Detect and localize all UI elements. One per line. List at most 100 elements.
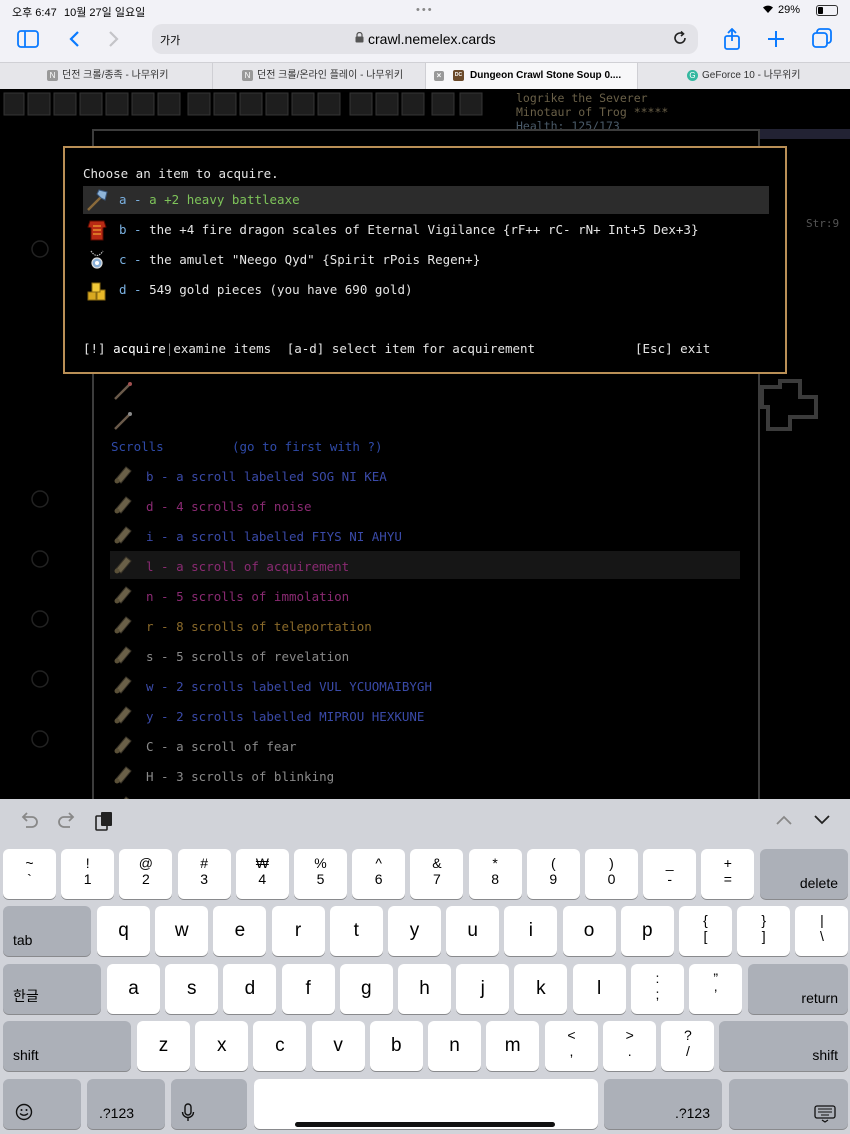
key-=[interactable]: + = <box>701 849 755 899</box>
key-][interactable]: }] <box>737 906 791 956</box>
key-a[interactable]: a <box>107 964 160 1014</box>
key-\[interactable]: | \ <box>795 906 849 956</box>
key-f[interactable]: f <box>281 964 335 1014</box>
key-punct[interactable]: >. <box>603 1021 657 1071</box>
inventory-item[interactable]: C - a scroll of fear <box>146 739 297 754</box>
sidebar-icon[interactable] <box>14 28 42 56</box>
numbers-key-left[interactable]: .?123 <box>87 1079 165 1129</box>
tab-item[interactable]: N 던전 크롤/종족 - 나무위키 <box>0 63 213 90</box>
return-key[interactable]: return <box>748 964 848 1014</box>
multitask-dots-icon[interactable]: ••• <box>416 4 434 16</box>
inventory-item[interactable]: l - a scroll of acquirement <box>146 559 349 574</box>
acquire-option-b[interactable]: b - the +4 fire dragon scales of Eternal… <box>83 216 769 244</box>
key-5[interactable]: % 5 <box>294 849 347 899</box>
redo-icon[interactable] <box>56 811 78 838</box>
tab-item-active[interactable]: × DC Dungeon Crawl Stone Soup 0.... <box>426 63 638 90</box>
home-indicator[interactable] <box>295 1122 555 1127</box>
key-b[interactable]: b <box>369 1021 423 1071</box>
key-z[interactable]: z <box>137 1021 190 1071</box>
close-tab-icon[interactable]: × <box>434 71 444 81</box>
inventory-item[interactable]: s - 5 scrolls of revelation <box>146 649 349 664</box>
shift-key-right[interactable]: shift <box>719 1021 848 1071</box>
inventory-item[interactable]: r - 8 scrolls of teleportation <box>146 619 372 634</box>
key-m[interactable]: m <box>486 1021 540 1071</box>
key-g[interactable]: g <box>339 964 393 1014</box>
key-i[interactable]: i <box>504 906 558 956</box>
key-t[interactable]: t <box>329 906 383 956</box>
numbers-key-right[interactable]: .?123 <box>604 1079 722 1129</box>
key-punct[interactable]: :; <box>631 964 684 1014</box>
key--[interactable]: _ - <box>643 849 697 899</box>
emoji-key[interactable] <box>3 1079 81 1129</box>
inventory-item[interactable]: X - a wand of quicksilver (4) <box>146 415 364 430</box>
text-size-button[interactable]: 가가 <box>160 32 180 48</box>
key-w[interactable]: w <box>155 906 209 956</box>
tab-item[interactable]: G GeForce 10 - 나무위키 <box>638 63 850 90</box>
tab-item[interactable]: N 던전 크롤/온라인 플레이 - 나무위키 <box>213 63 426 90</box>
key-u[interactable]: u <box>446 906 500 956</box>
tab-key[interactable]: tab <box>3 906 91 956</box>
key-2[interactable]: @2 <box>119 849 173 899</box>
key-q[interactable]: q <box>97 906 150 956</box>
key-[[interactable]: {[ <box>679 906 732 956</box>
dismiss-keyboard-key[interactable] <box>729 1079 848 1129</box>
inventory-item[interactable]: y - 2 scrolls labelled MIPROU HEXKUNE <box>146 709 424 724</box>
key-7[interactable]: & 7 <box>410 849 464 899</box>
key-x[interactable]: x <box>195 1021 249 1071</box>
share-icon[interactable] <box>718 27 746 56</box>
key-n[interactable]: n <box>428 1021 481 1071</box>
key-1[interactable]: ! 1 <box>61 849 115 899</box>
back-icon[interactable] <box>60 28 88 56</box>
key-p[interactable]: p <box>620 906 674 956</box>
microphone-key[interactable] <box>171 1079 247 1129</box>
key-6[interactable]: ^ 6 <box>352 849 406 899</box>
key-8[interactable]: * 8 <box>468 849 522 899</box>
tabs-overview-icon[interactable] <box>808 28 836 56</box>
key-h[interactable]: h <box>398 964 451 1014</box>
reload-icon[interactable] <box>672 30 688 51</box>
language-key[interactable]: 한글 <box>3 964 101 1014</box>
key-punct[interactable]: ”’ <box>689 964 743 1014</box>
acquire-option-c[interactable]: c - the amulet "Neego Qyd" {Spirit rPois… <box>83 246 769 274</box>
shift-key-left[interactable]: shift <box>3 1021 131 1071</box>
key-r[interactable]: r <box>271 906 325 956</box>
inventory-item[interactable]: n - 5 scrolls of immolation <box>146 589 349 604</box>
key-punct[interactable]: ? / <box>661 1021 715 1071</box>
key-9[interactable]: (9 <box>526 849 580 899</box>
acquire-option-a[interactable]: a - a +2 heavy battleaxe <box>83 186 769 214</box>
key-y[interactable]: y <box>388 906 441 956</box>
inventory-item[interactable]: d - 4 scrolls of noise <box>146 499 312 514</box>
undo-icon[interactable] <box>18 811 40 838</box>
forward-icon[interactable] <box>100 28 128 56</box>
next-field-icon[interactable] <box>812 813 832 832</box>
inventory-item[interactable]: i - a scroll labelled FIYS NI AHYU <box>146 529 402 544</box>
key-c[interactable]: c <box>253 1021 307 1071</box>
exit-button[interactable]: [Esc] exit <box>635 341 710 356</box>
inventory-item[interactable]: w - 2 scrolls labelled VUL YCUOMAIBYGH <box>146 679 432 694</box>
acquire-option-d[interactable]: d - 549 gold pieces (you have 690 gold) <box>83 276 769 304</box>
inventory-item[interactable]: Q - a wand of warping (12) <box>146 385 342 400</box>
key-4[interactable]: ₩4 <box>235 849 289 899</box>
acquire-mode-button[interactable]: acquire <box>113 341 166 356</box>
examine-mode-button[interactable]: examine items <box>173 341 271 356</box>
inventory-item[interactable]: b - a scroll labelled SOG NI KEA <box>146 469 387 484</box>
key-j[interactable]: j <box>456 964 510 1014</box>
key-0[interactable]: ) 0 <box>585 849 638 899</box>
inventory-item[interactable]: H - 3 scrolls of blinking <box>146 769 334 784</box>
delete-key[interactable]: delete <box>760 849 848 899</box>
command-toolbar[interactable] <box>0 89 500 119</box>
key-l[interactable]: l <box>572 964 626 1014</box>
key-`[interactable]: ~ ` <box>3 849 56 899</box>
key-d[interactable]: d <box>223 964 277 1014</box>
key-o[interactable]: o <box>562 906 616 956</box>
paste-icon[interactable] <box>94 811 114 838</box>
key-3[interactable]: #3 <box>177 849 231 899</box>
key-e[interactable]: e <box>213 906 267 956</box>
address-bar[interactable]: 가가 crawl.nemelex.cards <box>152 24 698 54</box>
key-k[interactable]: k <box>514 964 568 1014</box>
key-v[interactable]: v <box>311 1021 365 1071</box>
prev-field-icon[interactable] <box>774 813 794 832</box>
new-tab-icon[interactable] <box>762 28 790 56</box>
key-s[interactable]: s <box>165 964 219 1014</box>
key-punct[interactable]: <, <box>545 1021 598 1071</box>
